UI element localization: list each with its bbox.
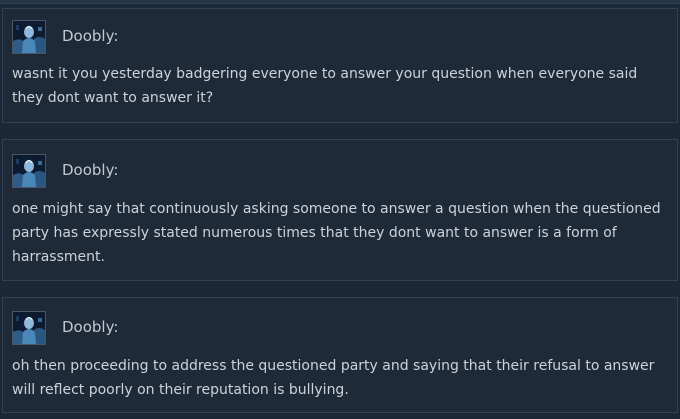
comment-text: oh then proceeding to address the questi…	[12, 358, 655, 398]
comment-card: Doobly: oh then proceeding to address th…	[2, 297, 678, 413]
user-avatar-icon[interactable]	[12, 20, 46, 54]
comment-thread: Doobly: wasnt it you yesterday badgering…	[0, 0, 680, 419]
comment-card: Doobly: wasnt it you yesterday badgering…	[2, 8, 678, 123]
comment-author[interactable]: Doobly:	[62, 317, 118, 337]
user-avatar-icon[interactable]	[12, 154, 46, 188]
comment-text: wasnt it you yesterday badgering everyon…	[12, 66, 638, 106]
user-avatar-icon[interactable]	[12, 311, 46, 345]
previous-comment-edge	[0, 0, 680, 4]
comment-card: Doobly: one might say that continuously …	[2, 139, 678, 281]
comment-author[interactable]: Doobly:	[62, 26, 118, 46]
comment-text: one might say that continuously asking s…	[12, 201, 661, 265]
comment-author[interactable]: Doobly:	[62, 160, 118, 180]
